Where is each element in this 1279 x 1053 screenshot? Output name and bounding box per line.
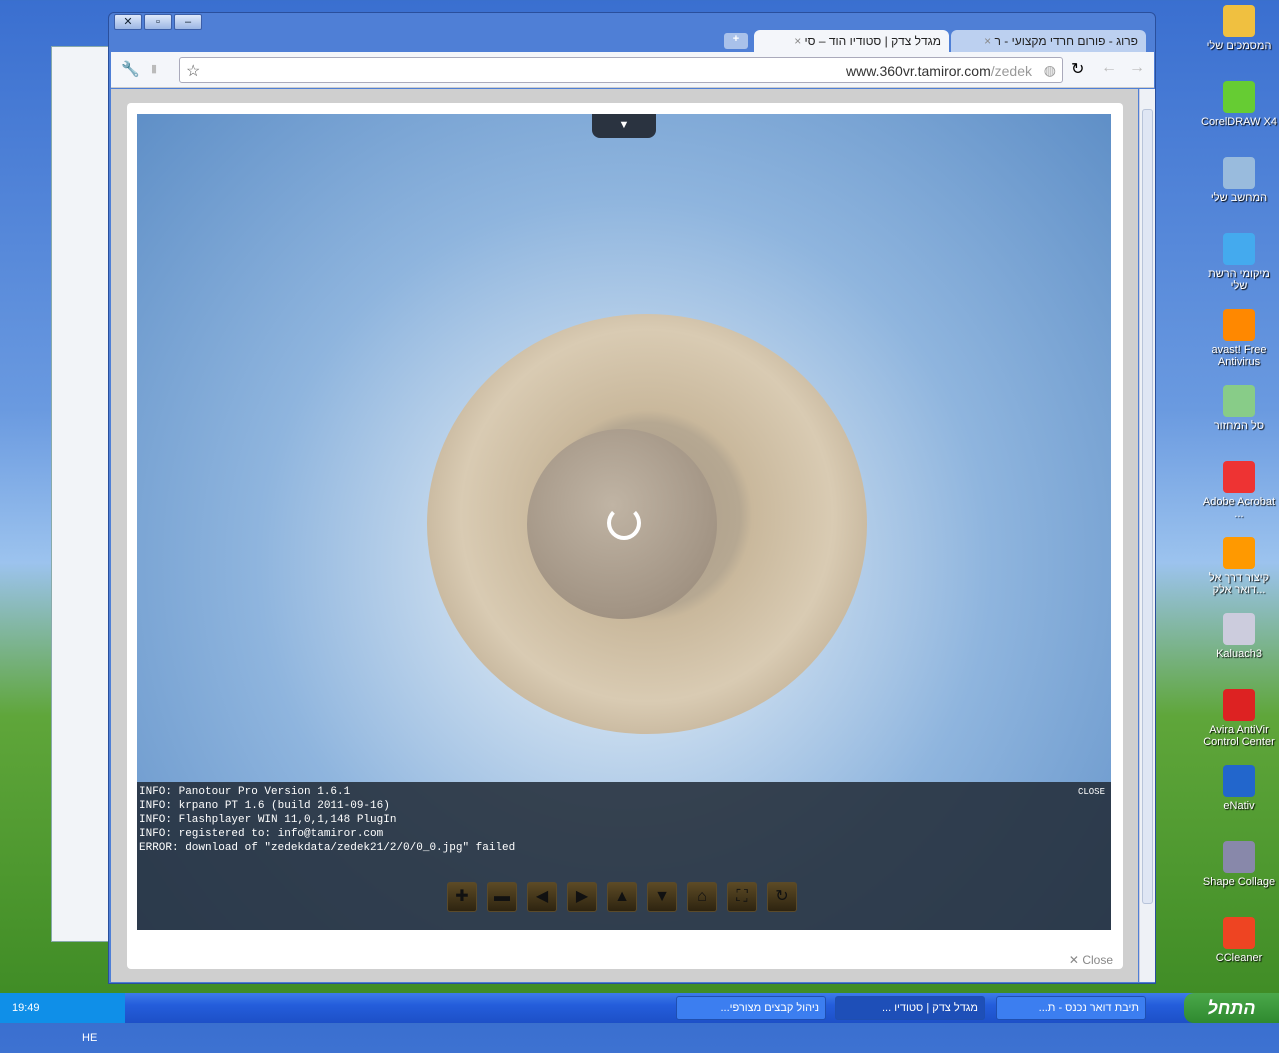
- browser-window: ✕ ▫ ‒ + מגדל צדק | סטודיו הוד – סי × פרו…: [108, 12, 1156, 984]
- desktop-icon-label: eNativ: [1223, 800, 1255, 812]
- app-icon: [1223, 765, 1255, 797]
- app-icon: [1223, 157, 1255, 189]
- desktop-icon[interactable]: eNativ: [1199, 765, 1279, 812]
- taskbar: 19:49 HE ניהול קבצים מצורפי... מגדל צדק …: [0, 993, 1279, 1044]
- taskbar-button[interactable]: ניהול קבצים מצורפי...: [676, 996, 826, 1020]
- app-icon: [1223, 233, 1255, 265]
- desktop-icon-label: CCleaner: [1215, 952, 1263, 964]
- signal-icon: ▮: [151, 63, 158, 75]
- globe-icon: ◍: [1043, 62, 1056, 78]
- log-line: INFO: Panotour Pro Version 1.6.1: [139, 786, 351, 798]
- desktop-icon-label: קיצור דרך אל דואר אלק...: [1208, 572, 1270, 596]
- scrollbar[interactable]: [1139, 89, 1155, 982]
- maximize-button[interactable]: ▫: [144, 14, 172, 30]
- clock: 19:49: [12, 1002, 40, 1014]
- desktop-icon-label: Shape Collage: [1202, 876, 1276, 888]
- left-button[interactable]: ◀: [527, 882, 557, 912]
- reload-icon[interactable]: ↻: [1071, 59, 1084, 79]
- desktop-icon[interactable]: CorelDRAW X4: [1199, 81, 1279, 128]
- panorama-viewer[interactable]: ▼ INFO: Panotour Pro Version 1.6.1 INFO: …: [137, 114, 1111, 930]
- star-icon[interactable]: ☆: [186, 61, 200, 81]
- app-icon: [1223, 689, 1255, 721]
- close-tab-icon[interactable]: ×: [794, 34, 801, 48]
- zoom-in-button[interactable]: ✚: [447, 882, 477, 912]
- back-icon[interactable]: ←: [1101, 59, 1117, 77]
- taskbar-button-active[interactable]: מגדל צדק | סטודיו ...: [835, 996, 985, 1020]
- minimize-button[interactable]: ‒: [174, 14, 202, 30]
- log-line: ERROR: download of "zedekdata/zedek21/2/…: [139, 842, 516, 854]
- desktop-icon-label: avast! Free Antivirus: [1211, 344, 1267, 368]
- autorotate-button[interactable]: ↻: [767, 882, 797, 912]
- close-button[interactable]: ✕: [114, 14, 142, 30]
- desktop-icon[interactable]: avast! Free Antivirus: [1199, 309, 1279, 368]
- home-button[interactable]: ⌂: [687, 882, 717, 912]
- log-line: INFO: registered to: info@tamiror.com: [139, 828, 384, 840]
- app-icon: [1223, 917, 1255, 949]
- close-lightbox-button[interactable]: ✕ Close: [1069, 953, 1113, 967]
- tab-title: מגדל צדק | סטודיו הוד – סי: [804, 34, 941, 48]
- fullscreen-button[interactable]: ⛶: [727, 882, 757, 912]
- right-button[interactable]: ▶: [567, 882, 597, 912]
- wrench-icon[interactable]: 🔧: [121, 60, 140, 78]
- desktop-icon[interactable]: Adobe Acrobat ...: [1199, 461, 1279, 520]
- desktop-icon[interactable]: CCleaner: [1199, 917, 1279, 964]
- language-indicator[interactable]: HE: [82, 1032, 97, 1044]
- desktop-icon-label: מיקומי הרשת שלי: [1208, 268, 1270, 292]
- app-icon: [1223, 841, 1255, 873]
- forward-icon[interactable]: →: [1129, 59, 1145, 77]
- address-bar[interactable]: ☆ www.360vr.tamiror.com/zedek ◍: [179, 57, 1063, 83]
- desktop-icon-label: Kaluach3: [1216, 648, 1262, 660]
- close-label: Close: [1082, 953, 1113, 967]
- desktop-icon-label: סל המחזור: [1213, 420, 1265, 432]
- desktop-icon-label: המחשב שלי: [1210, 192, 1268, 204]
- scroll-thumb[interactable]: [1142, 109, 1153, 904]
- up-button[interactable]: ▲: [607, 882, 637, 912]
- background-window[interactable]: [51, 46, 109, 942]
- log-line: INFO: krpano PT 1.6 (build 2011-09-16): [139, 800, 390, 812]
- toggle-button[interactable]: ▼: [592, 114, 656, 138]
- desktop-icon-label: CorelDRAW X4: [1201, 116, 1277, 128]
- desktop-icon[interactable]: המסמכים שלי: [1199, 5, 1279, 52]
- desktop-icon-label: Avira AntiVir Control Center: [1203, 724, 1275, 748]
- desktop-icon-label: Adobe Acrobat ...: [1202, 496, 1276, 520]
- tab-active[interactable]: מגדל צדק | סטודיו הוד – סי ×: [754, 30, 949, 52]
- close-tab-icon[interactable]: ×: [984, 34, 991, 48]
- page-content: ▼ INFO: Panotour Pro Version 1.6.1 INFO: …: [111, 89, 1138, 982]
- app-icon: [1223, 613, 1255, 645]
- zoom-out-button[interactable]: ▬: [487, 882, 517, 912]
- app-icon: [1223, 385, 1255, 417]
- desktop-icon[interactable]: Shape Collage: [1199, 841, 1279, 888]
- app-icon: [1223, 537, 1255, 569]
- desktop-icon[interactable]: קיצור דרך אל דואר אלק...: [1199, 537, 1279, 596]
- log-line: INFO: Flashplayer WIN 11,0,1,148 PlugIn: [139, 814, 397, 826]
- new-tab-button[interactable]: +: [724, 33, 748, 49]
- app-icon: [1223, 461, 1255, 493]
- desktop-icon[interactable]: מיקומי הרשת שלי: [1199, 233, 1279, 292]
- app-icon: [1223, 5, 1255, 37]
- lightbox: ▼ INFO: Panotour Pro Version 1.6.1 INFO: …: [127, 103, 1123, 969]
- taskbar-button[interactable]: תיבת דואר נכנס - ת...: [996, 996, 1146, 1020]
- url-host: www.360vr.tamiror.com: [846, 63, 991, 79]
- app-icon: [1223, 81, 1255, 113]
- system-tray: 19:49 HE: [0, 993, 125, 1044]
- loading-spinner: [607, 506, 641, 540]
- tab-inactive[interactable]: פרוג - פורום חרדי מקצועי - ר ×: [951, 30, 1146, 52]
- desktop-icon[interactable]: Avira AntiVir Control Center: [1199, 689, 1279, 748]
- toolbar: 🔧 ▮ ☆ www.360vr.tamiror.com/zedek ◍ ↻ ← …: [111, 52, 1154, 88]
- desktop-icon-label: המסמכים שלי: [1206, 40, 1272, 52]
- url-path: /zedek: [990, 63, 1032, 79]
- tab-title: פרוג - פורום חרדי מקצועי - ר: [994, 34, 1138, 48]
- down-button[interactable]: ▼: [647, 882, 677, 912]
- desktop-icon[interactable]: המחשב שלי: [1199, 157, 1279, 204]
- app-icon: [1223, 309, 1255, 341]
- desktop-icon[interactable]: Kaluach3: [1199, 613, 1279, 660]
- desktop-icon[interactable]: סל המחזור: [1199, 385, 1279, 432]
- viewer-controls: ✚ ▬ ◀ ▶ ▲ ▼ ⌂ ⛶ ↻: [447, 882, 797, 912]
- start-button[interactable]: התחל: [1184, 993, 1279, 1023]
- window-controls: ✕ ▫ ‒: [114, 14, 202, 30]
- log-close-button[interactable]: CLOSE: [1078, 785, 1105, 799]
